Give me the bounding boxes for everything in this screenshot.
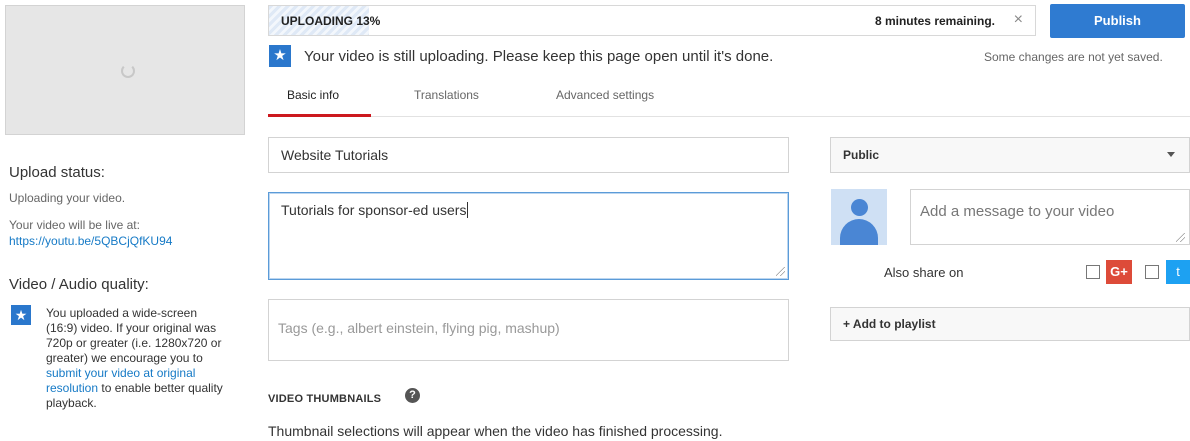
privacy-select[interactable]: Public [830, 137, 1190, 173]
tab-basic-info[interactable]: Basic info [287, 88, 339, 102]
upload-progress-label: UPLOADING 13% [281, 14, 381, 28]
avatar-body [840, 219, 878, 245]
quality-message-text: You uploaded a wide-screen (16:9) video.… [46, 306, 222, 365]
title-input[interactable]: Website Tutorials [268, 137, 789, 173]
tags-input[interactable]: Tags (e.g., albert einstein, flying pig,… [268, 299, 789, 361]
time-remaining: 8 minutes remaining. [874, 14, 995, 28]
avatar-head [851, 199, 868, 216]
close-icon[interactable]: × [1014, 11, 1023, 29]
text-cursor [467, 202, 473, 218]
active-tab-indicator [268, 114, 371, 117]
star-icon: ★ [11, 305, 31, 325]
spinner-icon [121, 64, 135, 78]
twitter-icon: t [1166, 260, 1190, 284]
share-message-input[interactable]: Add a message to your video [910, 189, 1190, 245]
share-google-plus-checkbox[interactable] [1086, 265, 1100, 279]
description-text: Tutorials for sponsor-ed users [281, 202, 467, 218]
add-to-playlist-button[interactable]: + Add to playlist [830, 307, 1190, 341]
upload-status-text: Uploading your video. [9, 191, 126, 205]
help-icon[interactable]: ? [405, 388, 420, 403]
upload-status-heading: Upload status: [9, 164, 105, 181]
unsaved-changes-notice: Some changes are not yet saved. [984, 50, 1163, 64]
resize-grip-icon[interactable] [776, 267, 785, 276]
quality-message: You uploaded a wide-screen (16:9) video.… [46, 306, 231, 411]
tab-translations[interactable]: Translations [414, 88, 479, 102]
upload-notice: Your video is still uploading. Please ke… [304, 48, 774, 65]
chevron-down-icon [1167, 152, 1175, 157]
google-plus-icon: G+ [1106, 260, 1132, 284]
video-thumbnails-heading: VIDEO THUMBNAILS [268, 393, 382, 405]
quality-heading: Video / Audio quality: [9, 276, 149, 293]
upload-progress-bar: UPLOADING 13% 8 minutes remaining. × [268, 5, 1036, 36]
video-thumbnail-placeholder [5, 5, 245, 135]
tab-divider [268, 116, 1190, 117]
thumbnails-message: Thumbnail selections will appear when th… [268, 423, 723, 439]
avatar-icon [831, 189, 887, 245]
also-share-label: Also share on [884, 265, 964, 280]
publish-button[interactable]: Publish [1050, 4, 1185, 38]
description-textarea[interactable]: Tutorials for sponsor-ed users [268, 192, 789, 280]
star-icon: ★ [269, 45, 291, 67]
video-url-link[interactable]: https://youtu.be/5QBCjQfKU94 [9, 234, 172, 248]
privacy-selected-value: Public [843, 148, 880, 162]
share-twitter-checkbox[interactable] [1145, 265, 1159, 279]
resize-grip-icon[interactable] [1176, 233, 1185, 242]
live-at-label: Your video will be live at: [9, 218, 140, 232]
tab-advanced-settings[interactable]: Advanced settings [556, 88, 654, 102]
